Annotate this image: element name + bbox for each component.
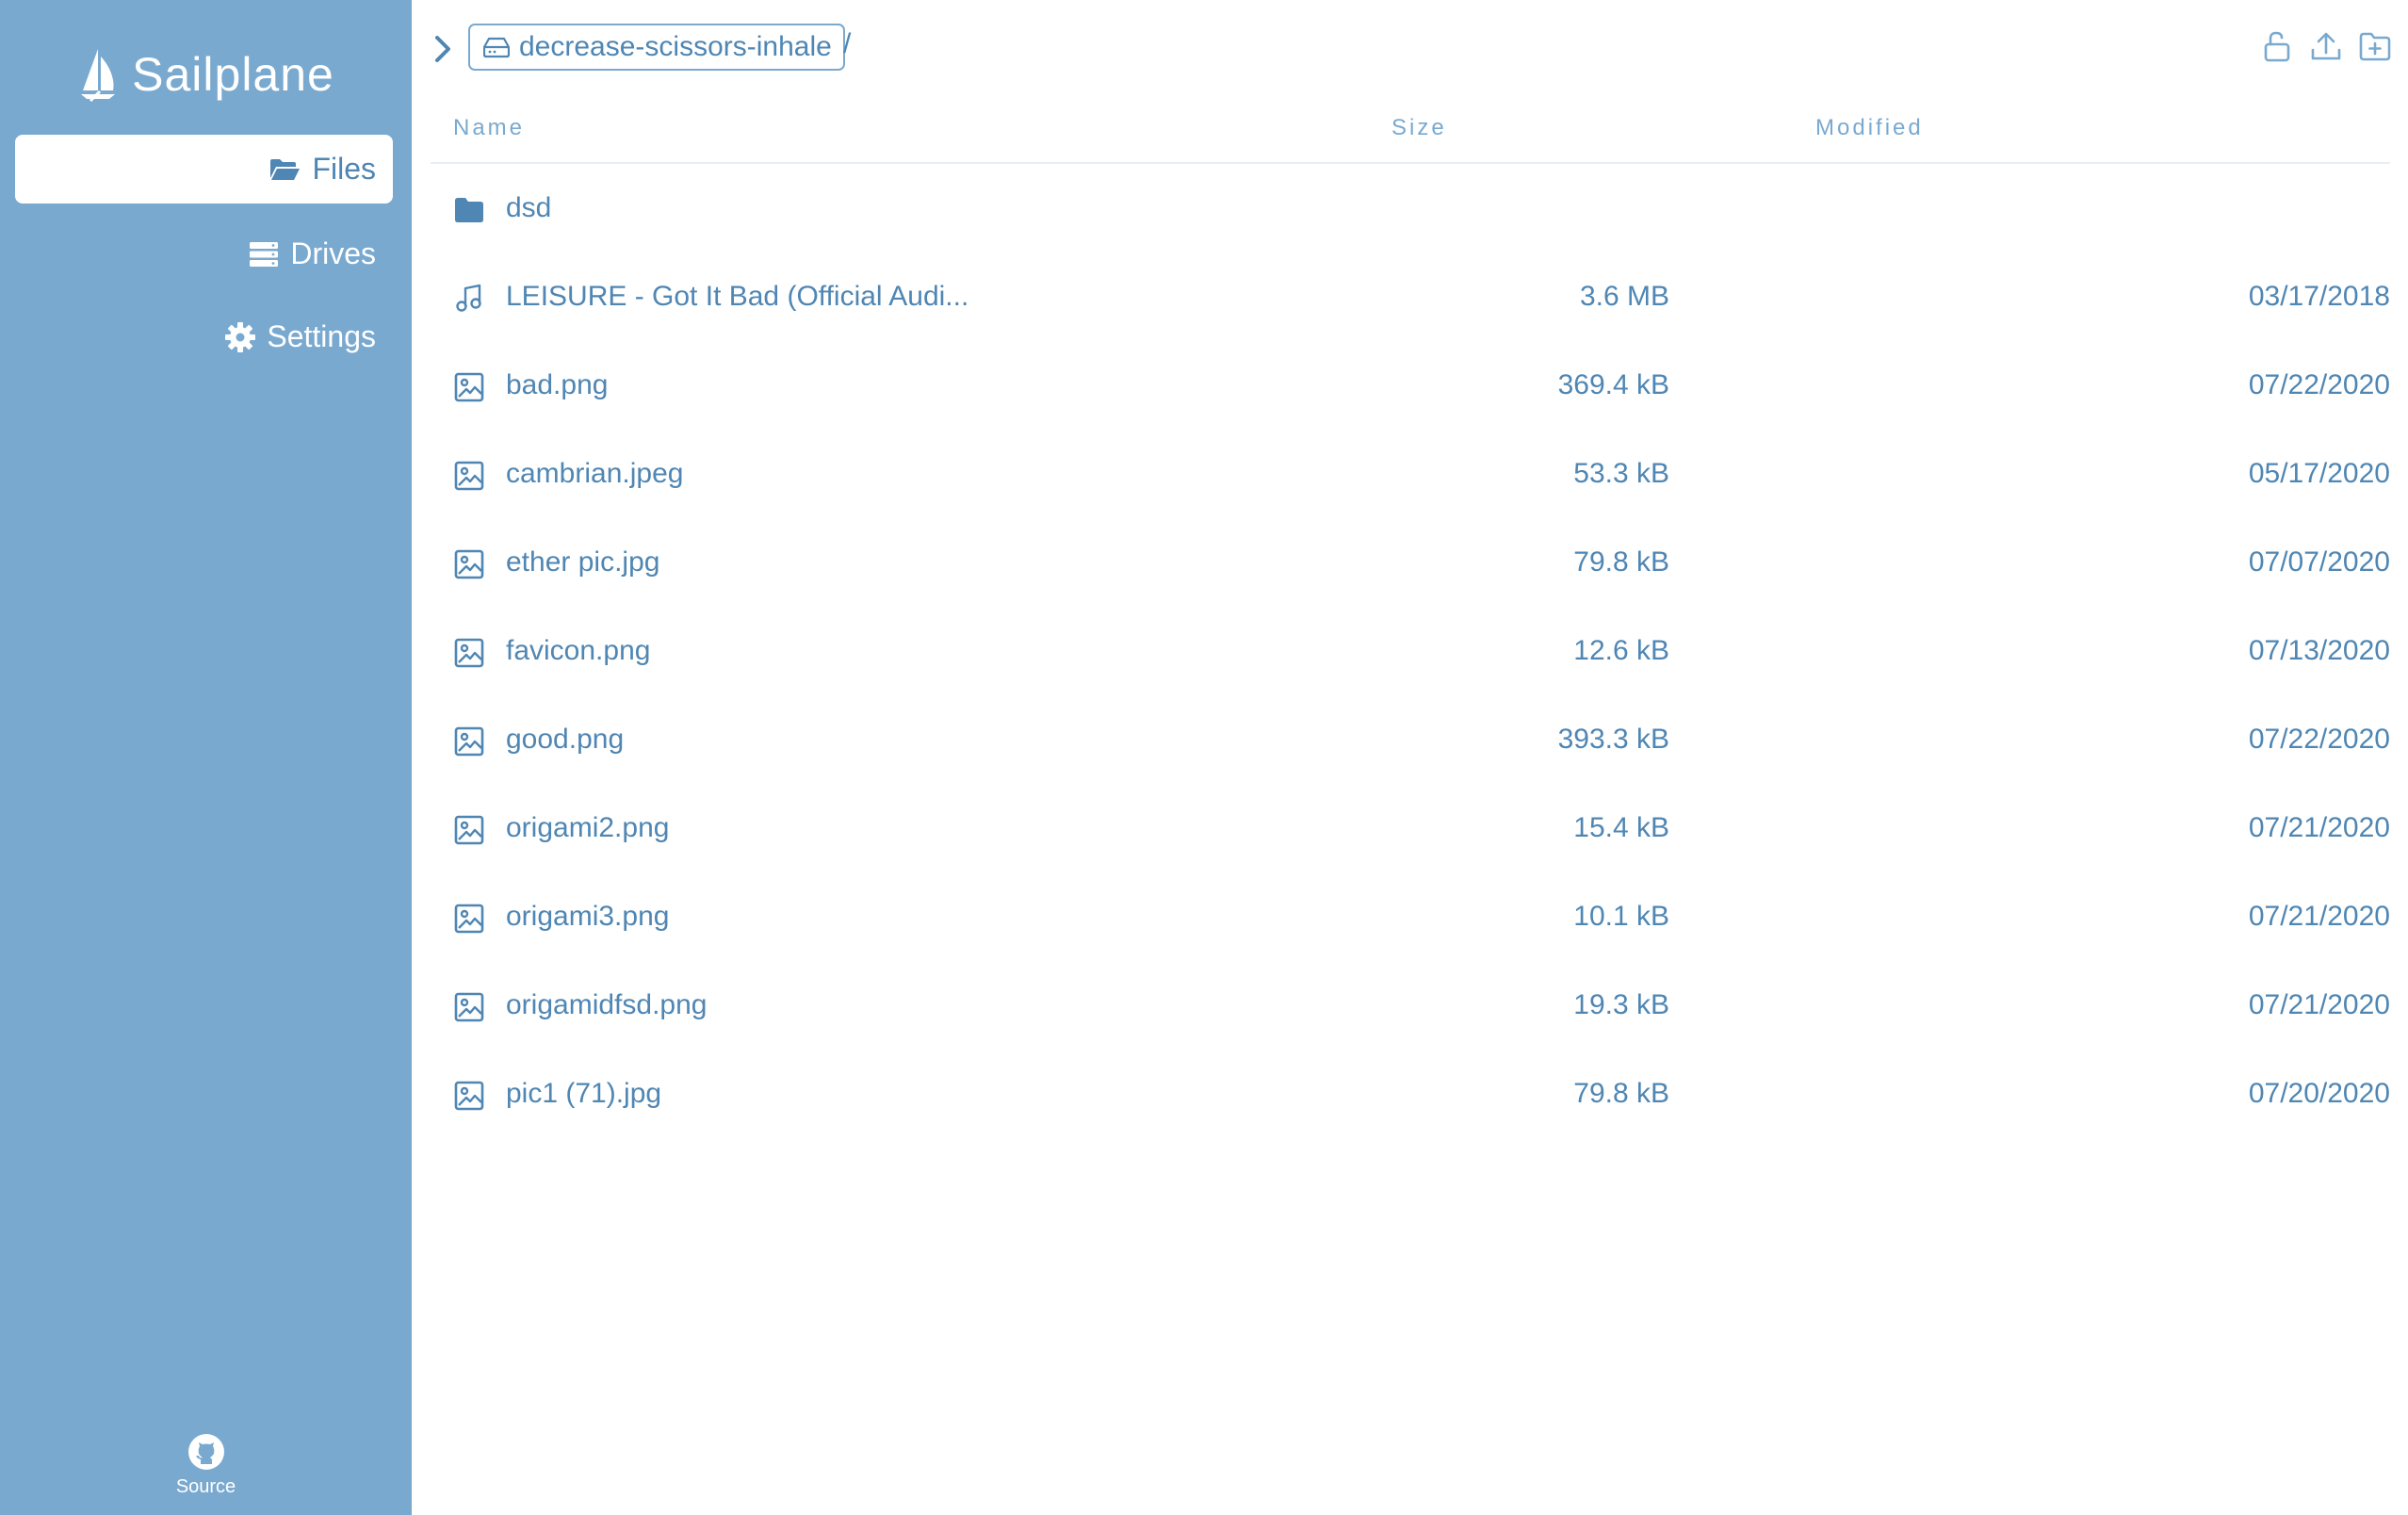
file-size: 79.8 kB: [1573, 1078, 1669, 1109]
file-row[interactable]: origamidfsd.png 19.3 kB 07/21/2020: [431, 962, 2390, 1051]
server-icon: [250, 241, 279, 267]
file-modified: 07/20/2020: [2248, 1078, 2390, 1109]
file-modified: 07/21/2020: [2248, 989, 2390, 1020]
file-size: 10.1 kB: [1573, 901, 1669, 932]
file-size: 3.6 MB: [1579, 281, 1669, 312]
file-row[interactable]: LEISURE - Got It Bad (Official Audi... 3.…: [431, 253, 2390, 342]
new-folder-icon[interactable]: [2359, 30, 2391, 62]
sidebar-item-label: Settings: [267, 319, 376, 353]
image-icon: [454, 904, 484, 934]
file-row[interactable]: origami3.png 10.1 kB 07/21/2020: [431, 873, 2390, 962]
file-row[interactable]: ether pic.jpg 79.8 kB 07/07/2020: [431, 519, 2390, 608]
music-note-icon: [456, 284, 481, 312]
file-modified: 07/21/2020: [2248, 812, 2390, 843]
github-icon: [187, 1434, 224, 1470]
sidebar-item-settings[interactable]: Settings: [15, 302, 393, 371]
toolbar-actions: [2261, 30, 2391, 62]
file-row[interactable]: bad.png 369.4 kB 07/22/2020: [431, 342, 2390, 431]
source-label: Source: [175, 1476, 236, 1497]
file-name: ether pic.jpg: [506, 546, 660, 578]
file-modified: 03/17/2018: [2248, 281, 2390, 312]
file-modified: 07/07/2020: [2248, 546, 2390, 578]
file-row[interactable]: origami2.png 15.4 kB 07/21/2020: [431, 785, 2390, 873]
image-icon: [454, 815, 484, 845]
file-name: cambrian.jpeg: [506, 458, 684, 489]
file-modified: 07/13/2020: [2248, 635, 2390, 666]
file-row[interactable]: pic1 (71).jpg 79.8 kB 07/20/2020: [431, 1051, 2390, 1139]
folder-open-icon: [270, 158, 301, 180]
main-panel: decrease-scissors-inhale / Name Size Mod…: [412, 0, 2408, 1515]
file-name: origami3.png: [506, 901, 670, 932]
column-header-size[interactable]: Size: [1391, 115, 1447, 141]
file-name: favicon.png: [506, 635, 651, 666]
file-row[interactable]: cambrian.jpeg 53.3 kB 05/17/2020: [431, 431, 2390, 519]
folder-icon: [455, 198, 483, 222]
file-size: 369.4 kB: [1557, 369, 1669, 400]
file-size: 53.3 kB: [1573, 458, 1669, 489]
breadcrumb-drive[interactable]: decrease-scissors-inhale: [468, 24, 845, 71]
file-row[interactable]: good.png 393.3 kB 07/22/2020: [431, 696, 2390, 785]
toolbar: decrease-scissors-inhale /: [412, 21, 2408, 77]
file-size: 393.3 kB: [1557, 724, 1669, 755]
image-icon: [454, 549, 484, 579]
file-name: bad.png: [506, 369, 609, 400]
image-icon: [454, 1081, 484, 1111]
image-icon: [454, 461, 484, 491]
app-window: Sailplane Files Drives Settings Source d…: [0, 0, 2408, 1515]
sidebar-item-files[interactable]: Files: [15, 135, 393, 204]
file-modified: 07/21/2020: [2248, 901, 2390, 932]
file-name: pic1 (71).jpg: [506, 1078, 662, 1109]
file-size: 15.4 kB: [1573, 812, 1669, 843]
brand: Sailplane: [0, 41, 412, 107]
file-name: good.png: [506, 724, 625, 755]
file-name: LEISURE - Got It Bad (Official Audi...: [506, 281, 969, 312]
table-header: Name Size Modified: [431, 104, 2390, 164]
file-modified: 05/17/2020: [2248, 458, 2390, 489]
sidebar: Sailplane Files Drives Settings Source: [0, 0, 412, 1515]
file-modified: 07/22/2020: [2248, 369, 2390, 400]
upload-icon[interactable]: [2310, 30, 2342, 62]
file-name: origami2.png: [506, 812, 670, 843]
sailboat-logo-icon: [81, 49, 116, 102]
column-header-name[interactable]: Name: [453, 115, 525, 141]
file-size: 19.3 kB: [1573, 989, 1669, 1020]
image-icon: [454, 726, 484, 757]
file-name: origamidfsd.png: [506, 989, 708, 1020]
source-link[interactable]: Source: [0, 1433, 412, 1498]
file-row[interactable]: favicon.png 12.6 kB 07/13/2020: [431, 608, 2390, 696]
hard-drive-icon: [483, 37, 510, 58]
image-icon: [454, 372, 484, 402]
file-size: 79.8 kB: [1573, 546, 1669, 578]
chevron-right-icon[interactable]: [429, 34, 457, 64]
sidebar-item-label: Drives: [290, 236, 376, 270]
file-modified: 07/22/2020: [2248, 724, 2390, 755]
image-icon: [454, 638, 484, 668]
lock-open-icon[interactable]: [2261, 30, 2293, 62]
image-icon: [454, 992, 484, 1022]
file-list: dsd LEISURE - Got It Bad (Official Audi..…: [431, 165, 2390, 1139]
brand-name: Sailplane: [132, 48, 334, 101]
breadcrumb-separator: /: [843, 28, 852, 59]
column-header-modified[interactable]: Modified: [1815, 115, 1924, 141]
file-size: 12.6 kB: [1573, 635, 1669, 666]
breadcrumb-drive-label: decrease-scissors-inhale: [519, 31, 832, 62]
sidebar-item-label: Files: [312, 152, 376, 186]
file-name: dsd: [506, 192, 552, 223]
gear-icon: [225, 321, 256, 352]
sidebar-item-drives[interactable]: Drives: [15, 220, 393, 288]
folder-row[interactable]: dsd: [431, 165, 2390, 253]
